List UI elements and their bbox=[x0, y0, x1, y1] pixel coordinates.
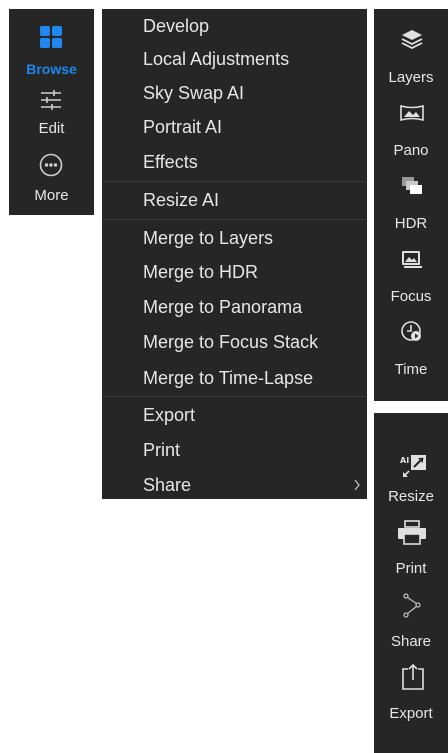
menu-separator bbox=[102, 181, 367, 182]
pano-label: Pano bbox=[393, 142, 429, 159]
menu-item-merge-to-hdr[interactable]: Merge to HDR bbox=[102, 255, 367, 289]
share-label: Share bbox=[143, 475, 192, 495]
grid-icon bbox=[39, 25, 63, 49]
share-label: Share bbox=[390, 633, 432, 650]
hdr-button[interactable]: HDR bbox=[374, 174, 448, 238]
focus-button[interactable]: Focus bbox=[374, 247, 448, 311]
browse-mode-button[interactable]: Browse bbox=[9, 17, 94, 77]
menu-item-export[interactable]: Export bbox=[102, 398, 367, 432]
menu-item-merge-to-focus-stack[interactable]: Merge to Focus Stack bbox=[102, 325, 367, 359]
layers-icon bbox=[400, 27, 424, 51]
resize-button[interactable]: AI Resize bbox=[374, 454, 448, 518]
edit-label: Edit bbox=[38, 120, 65, 137]
menu-item-resize-ai[interactable]: Resize AI bbox=[102, 183, 367, 217]
hdr-stack-icon bbox=[400, 174, 424, 198]
mode-panel: Browse Edit More bbox=[9, 9, 94, 215]
print-label: Print bbox=[395, 560, 427, 577]
chevron-right-icon bbox=[353, 468, 361, 502]
svg-text:AI: AI bbox=[400, 456, 409, 465]
merge-sidebar: Layers Pano HDR Focus Time bbox=[374, 9, 448, 401]
output-sidebar: AI Resize Print Share Export bbox=[374, 413, 448, 753]
menu-separator bbox=[102, 396, 367, 397]
time-label: Time bbox=[394, 361, 428, 378]
focus-image-icon bbox=[400, 247, 424, 271]
resize-label: Resize bbox=[388, 488, 434, 505]
menu-item-develop[interactable]: Develop bbox=[102, 9, 367, 43]
printer-icon bbox=[397, 520, 427, 545]
menu-item-merge-to-layers[interactable]: Merge to Layers bbox=[102, 221, 367, 255]
ai-resize-icon: AI bbox=[400, 454, 426, 478]
share-button[interactable]: Share bbox=[374, 593, 448, 657]
share-icon bbox=[400, 593, 424, 618]
menu-item-merge-to-time-lapse[interactable]: Merge to Time-Lapse bbox=[102, 361, 367, 395]
layers-button[interactable]: Layers bbox=[374, 27, 448, 91]
export-icon bbox=[400, 663, 424, 690]
menu-item-local-adjustments[interactable]: Local Adjustments bbox=[102, 42, 367, 76]
more-dots-icon bbox=[39, 153, 63, 177]
pano-button[interactable]: Pano bbox=[374, 101, 448, 165]
focus-label: Focus bbox=[390, 288, 432, 305]
more-menu: Develop Local Adjustments Sky Swap AI Po… bbox=[102, 9, 367, 499]
browse-label: Browse bbox=[26, 61, 77, 77]
panorama-icon bbox=[400, 101, 424, 125]
export-button[interactable]: Export bbox=[374, 663, 448, 733]
hdr-label: HDR bbox=[394, 215, 428, 232]
export-label: Export bbox=[389, 705, 433, 722]
time-button[interactable]: Time bbox=[374, 320, 448, 384]
menu-item-share[interactable]: Share bbox=[102, 468, 367, 502]
more-label: More bbox=[34, 187, 69, 204]
menu-item-sky-swap-ai[interactable]: Sky Swap AI bbox=[102, 76, 367, 110]
menu-separator bbox=[102, 219, 367, 220]
layers-label: Layers bbox=[388, 69, 434, 86]
menu-item-effects[interactable]: Effects bbox=[102, 145, 367, 179]
time-lapse-icon bbox=[400, 320, 424, 344]
sliders-icon bbox=[39, 88, 63, 112]
edit-mode-button[interactable]: Edit bbox=[9, 84, 94, 144]
menu-item-print[interactable]: Print bbox=[102, 433, 367, 467]
print-button[interactable]: Print bbox=[374, 520, 448, 584]
menu-item-portrait-ai[interactable]: Portrait AI bbox=[102, 110, 367, 144]
menu-item-merge-to-panorama[interactable]: Merge to Panorama bbox=[102, 290, 367, 324]
more-mode-button[interactable]: More bbox=[9, 149, 94, 211]
